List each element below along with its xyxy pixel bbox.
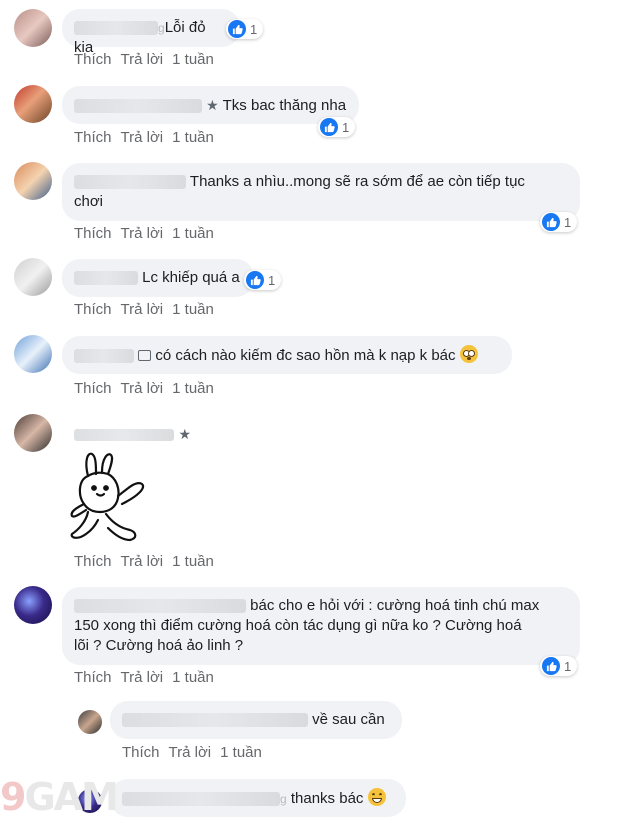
author-name[interactable] <box>74 599 246 614</box>
timestamp[interactable]: 1 tuần <box>172 129 214 146</box>
like-link[interactable]: Thích <box>122 744 160 761</box>
author-name[interactable] <box>122 792 280 807</box>
image-icon <box>138 350 152 361</box>
comment-text-line2: chơi <box>74 193 104 210</box>
author-name-row: ★ <box>74 426 191 444</box>
reply-bubble: g thanks bác <box>110 779 406 817</box>
author-name[interactable] <box>74 349 134 364</box>
comment-bubble: có cách nào kiếm đc sao hồn mà k nạp k b… <box>62 336 512 374</box>
like-link[interactable]: Thích <box>74 129 112 146</box>
flushed-emoji-icon <box>459 345 478 363</box>
avatar[interactable] <box>14 335 52 373</box>
comment-text: về sau cần <box>312 711 385 728</box>
reply-actions: Thích Trả lời 1 tuần <box>122 744 271 761</box>
comment-text: Thanks a nhìu..mong sẽ ra sớm để ae còn … <box>189 173 525 190</box>
author-name[interactable] <box>122 713 308 728</box>
reply-link[interactable]: Trả lời <box>121 301 164 318</box>
author-name[interactable] <box>74 271 138 286</box>
timestamp[interactable]: 1 tuần <box>172 301 214 318</box>
reply-link[interactable]: Trả lời <box>121 129 164 146</box>
like-link[interactable]: Thích <box>74 669 112 686</box>
comment-bubble: Thanks a nhìu..mong sẽ ra sớm để ae còn … <box>62 163 580 221</box>
reaction-count[interactable]: 1 <box>318 117 356 137</box>
comment-actions: Thích Trả lời 1 tuần <box>74 669 223 686</box>
reaction-count[interactable]: 1 <box>540 212 578 232</box>
author-name[interactable] <box>74 175 186 190</box>
reaction-count[interactable]: 1 <box>226 19 264 39</box>
comment-actions: Thích Trả lời 1 tuần <box>74 380 223 397</box>
like-icon <box>320 118 338 136</box>
comment-text: Lc khiếp quá a <box>142 269 240 286</box>
comment-actions: Thích Trả lời 1 tuần <box>74 51 223 68</box>
comment-actions: Thích Trả lời 1 tuần <box>74 129 223 146</box>
avatar[interactable] <box>14 9 52 47</box>
comment-text-line3: lõi ? Cường hoá ảo linh ? <box>74 637 244 654</box>
avatar[interactable] <box>14 414 52 452</box>
timestamp[interactable]: 1 tuần <box>172 225 214 242</box>
star-icon: ★ <box>178 426 192 442</box>
timestamp[interactable]: 1 tuần <box>172 669 214 686</box>
author-name[interactable] <box>74 99 202 114</box>
reply-link[interactable]: Trả lời <box>121 225 164 242</box>
avatar[interactable] <box>14 162 52 200</box>
avatar[interactable] <box>78 710 102 734</box>
comment-bubble: Lc khiếp quá a <box>62 259 254 297</box>
reply-link[interactable]: Trả lời <box>121 51 164 68</box>
comment-text-line2: 150 xong thì điểm cường hoá còn tác dụng… <box>74 617 522 634</box>
reaction-count[interactable]: 1 <box>540 656 578 676</box>
avatar[interactable] <box>14 85 52 123</box>
comment-bubble: ★ Tks bac thăng nha <box>62 86 359 124</box>
timestamp[interactable]: 1 tuần <box>172 380 214 397</box>
star-icon: ★ <box>206 97 219 113</box>
comment-text: thanks bác <box>290 790 364 807</box>
like-link[interactable]: Thích <box>74 553 112 570</box>
avatar[interactable] <box>14 258 52 296</box>
comment-actions: Thích Trả lời 1 tuần <box>74 301 223 318</box>
like-icon <box>542 213 560 231</box>
reply-link[interactable]: Trả lời <box>121 380 164 397</box>
like-icon <box>246 271 264 289</box>
like-icon <box>228 20 246 38</box>
like-icon <box>542 657 560 675</box>
reaction-count[interactable]: 1 <box>244 270 282 290</box>
comment-text: bác cho e hỏi với : cường hoá tinh chú m… <box>250 597 540 614</box>
timestamp[interactable]: 1 tuần <box>172 51 214 68</box>
author-name[interactable] <box>74 21 158 36</box>
like-link[interactable]: Thích <box>74 51 112 68</box>
comment-text: Tks bac thăng nha <box>222 97 347 114</box>
reply-link[interactable]: Trả lời <box>121 553 164 570</box>
comment-bubble: gLỗi đỏ kia <box>62 9 240 56</box>
grinning-emoji-icon <box>367 788 386 806</box>
timestamp[interactable]: 1 tuần <box>172 553 214 570</box>
timestamp[interactable]: 1 tuần <box>220 744 262 761</box>
reply-link[interactable]: Trả lời <box>169 744 212 761</box>
avatar[interactable] <box>14 586 52 624</box>
like-link[interactable]: Thích <box>74 380 112 397</box>
comment-actions: Thích Trả lời 1 tuần <box>74 553 223 570</box>
site-watermark: 9GAM <box>0 775 119 819</box>
like-link[interactable]: Thích <box>74 301 112 318</box>
comment-actions: Thích Trả lời 1 tuần <box>74 225 223 242</box>
author-name[interactable] <box>74 428 174 441</box>
like-link[interactable]: Thích <box>74 225 112 242</box>
reply-bubble: về sau cần <box>110 701 402 739</box>
reply-link[interactable]: Trả lời <box>121 669 164 686</box>
comment-bubble: bác cho e hỏi với : cường hoá tinh chú m… <box>62 587 580 665</box>
comment-text: có cách nào kiếm đc sao hồn mà k nạp k b… <box>155 347 456 364</box>
bunny-sticker[interactable] <box>64 450 156 550</box>
